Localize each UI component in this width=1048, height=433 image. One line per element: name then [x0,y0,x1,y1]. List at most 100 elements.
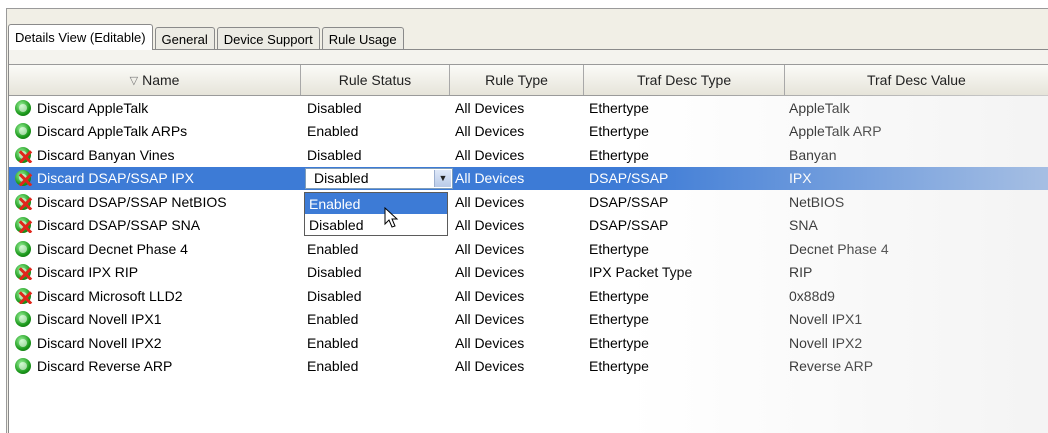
cell-rule-type[interactable]: All Devices [449,335,583,351]
cell-name[interactable]: Discard Reverse ARP [9,358,301,375]
cell-rule-type[interactable]: All Devices [449,264,583,280]
cell-traf-desc-type[interactable]: DSAP/SSAP [583,194,783,210]
combobox-value: Disabled [314,170,369,186]
table-row[interactable]: Discard Banyan Vines Disabled All Devices E… [9,143,1048,167]
cell-traf-desc-type[interactable]: DSAP/SSAP [583,217,783,233]
table-row[interactable]: Discard DSAP/SSAP IPX All Devices DSAP/SSA… [9,166,1048,190]
cell-rule-status[interactable]: Disabled [301,264,449,280]
cell-rule-status[interactable]: Disabled [301,288,449,304]
cell-rule-type[interactable]: All Devices [449,288,583,304]
cell-traf-desc-type[interactable]: Ethertype [583,288,783,304]
cell-rule-type[interactable]: All Devices [449,358,583,374]
dropdown-option-disabled[interactable]: Disabled [305,214,447,235]
rule-name: Discard DSAP/SSAP IPX [37,170,194,187]
rule-name: Discard IPX RIP [37,264,139,281]
column-header-traf-desc-type[interactable]: Traf Desc Type [584,65,785,95]
cell-traf-desc-value[interactable]: NetBIOS [783,194,1047,210]
table-row[interactable]: Discard AppleTalk Disabled All Devices Ethe… [9,96,1048,120]
rule-name: Discard DSAP/SSAP NetBIOS [37,193,227,210]
cell-traf-desc-value[interactable]: Decnet Phase 4 [783,241,1047,257]
cell-rule-type[interactable]: All Devices [449,241,583,257]
cell-name[interactable]: Discard AppleTalk ARPs [9,123,301,140]
chevron-down-icon[interactable]: ▼ [434,169,451,187]
cell-traf-desc-value[interactable]: RIP [783,264,1047,280]
red-x-status-icon [15,217,31,234]
column-header-rule-status[interactable]: Rule Status [301,65,450,95]
cell-name[interactable]: Discard Decnet Phase 4 [9,240,301,257]
cell-name[interactable]: Discard Microsoft LLD2 [9,287,301,304]
cell-traf-desc-type[interactable]: Ethertype [583,241,783,257]
cell-traf-desc-value[interactable]: Novell IPX1 [783,311,1047,327]
tab-details-view[interactable]: Details View (Editable) [8,24,153,50]
cell-traf-desc-value[interactable]: AppleTalk ARP [783,123,1047,139]
rule-name: Discard Banyan Vines [37,146,175,163]
rule-name: Discard Decnet Phase 4 [37,240,188,257]
cell-traf-desc-value[interactable]: Reverse ARP [783,358,1047,374]
sort-filter-icon[interactable]: ▽ [130,74,138,87]
table-row[interactable]: Discard DSAP/SSAP NetBIOS All Devices DSAP… [9,190,1048,214]
green-status-icon [15,240,31,257]
table-row[interactable]: Discard Reverse ARP Enabled All Devices Eth… [9,355,1048,379]
cell-traf-desc-value[interactable]: Novell IPX2 [783,335,1047,351]
rule-status-dropdown-list: Enabled Disabled [304,192,448,236]
cell-rule-type[interactable]: All Devices [449,147,583,163]
cell-rule-status[interactable]: Enabled [301,311,449,327]
cell-rule-status[interactable]: Enabled [301,335,449,351]
rule-name: Discard DSAP/SSAP SNA [37,217,201,234]
cell-traf-desc-type[interactable]: Ethertype [583,123,783,139]
cell-rule-type[interactable]: All Devices [449,100,583,116]
cell-name[interactable]: Discard AppleTalk [9,99,301,116]
cell-rule-status[interactable]: Disabled [301,100,449,116]
cell-name[interactable]: Discard IPX RIP [9,264,301,281]
cell-traf-desc-value[interactable]: AppleTalk [783,100,1047,116]
table-row[interactable]: Discard Microsoft LLD2 Disabled All Device… [9,284,1048,308]
cell-traf-desc-type[interactable]: Ethertype [583,335,783,351]
red-x-status-icon [15,193,31,210]
rule-name: Discard Reverse ARP [37,358,173,375]
cell-name[interactable]: Discard DSAP/SSAP SNA [9,217,301,234]
tab-strip: Details View (Editable) General Device S… [8,24,406,50]
table-row[interactable]: Discard DSAP/SSAP SNA All Devices DSAP/SSA… [9,214,1048,238]
cell-name[interactable]: Discard Novell IPX1 [9,311,301,328]
cell-name[interactable]: Discard DSAP/SSAP IPX [9,170,301,187]
cell-traf-desc-value[interactable]: 0x88d9 [783,288,1047,304]
red-x-status-icon [15,146,31,163]
column-header-rule-type[interactable]: Rule Type [450,65,585,95]
cell-traf-desc-type[interactable]: Ethertype [583,311,783,327]
details-panel: ▽ Name Rule Status Rule Type Traf Desc T… [8,49,1048,433]
cell-traf-desc-type[interactable]: Ethertype [583,358,783,374]
cell-rule-type[interactable]: All Devices [449,311,583,327]
cell-name[interactable]: Discard Banyan Vines [9,146,301,163]
cell-traf-desc-type[interactable]: Ethertype [583,147,783,163]
cell-traf-desc-value[interactable]: IPX [783,170,1047,186]
table-row[interactable]: Discard Novell IPX2 Enabled All Devices Eth… [9,331,1048,355]
cell-rule-type[interactable]: All Devices [449,123,583,139]
cell-rule-status[interactable]: Disabled [301,147,449,163]
table-row[interactable]: Discard Novell IPX1 Enabled All Devices Eth… [9,308,1048,332]
cell-rule-type[interactable]: All Devices [449,170,583,186]
cell-traf-desc-value[interactable]: SNA [783,217,1047,233]
cell-name[interactable]: Discard DSAP/SSAP NetBIOS [9,193,301,210]
cell-name[interactable]: Discard Novell IPX2 [9,334,301,351]
cell-traf-desc-type[interactable]: DSAP/SSAP [583,170,783,186]
cell-rule-type[interactable]: All Devices [449,194,583,210]
tab-general[interactable]: General [154,27,215,50]
tab-device-support[interactable]: Device Support [216,27,320,50]
rule-status-combobox[interactable]: Disabled ▼ [305,167,453,189]
table-row[interactable]: Discard AppleTalk ARPs Enabled All Devices… [9,120,1048,144]
cell-rule-status[interactable]: Enabled [301,241,449,257]
column-header-traf-desc-value[interactable]: Traf Desc Value [785,65,1048,95]
dropdown-option-enabled[interactable]: Enabled [305,193,447,214]
column-header-name[interactable]: ▽ Name [9,65,302,95]
cell-rule-status[interactable]: Enabled [301,123,449,139]
table-row[interactable]: Discard Decnet Phase 4 Enabled All Devices… [9,237,1048,261]
tab-rule-usage[interactable]: Rule Usage [321,27,404,50]
cell-rule-type[interactable]: All Devices [449,217,583,233]
cell-traf-desc-type[interactable]: IPX Packet Type [583,264,783,280]
cell-traf-desc-type[interactable]: Ethertype [583,100,783,116]
table-row[interactable]: Discard IPX RIP Disabled All Devices IPX Pa… [9,261,1048,285]
cell-rule-status[interactable]: Enabled [301,358,449,374]
table-header: ▽ Name Rule Status Rule Type Traf Desc T… [9,65,1048,96]
rule-name: Discard Microsoft LLD2 [37,287,183,304]
cell-traf-desc-value[interactable]: Banyan [783,147,1047,163]
